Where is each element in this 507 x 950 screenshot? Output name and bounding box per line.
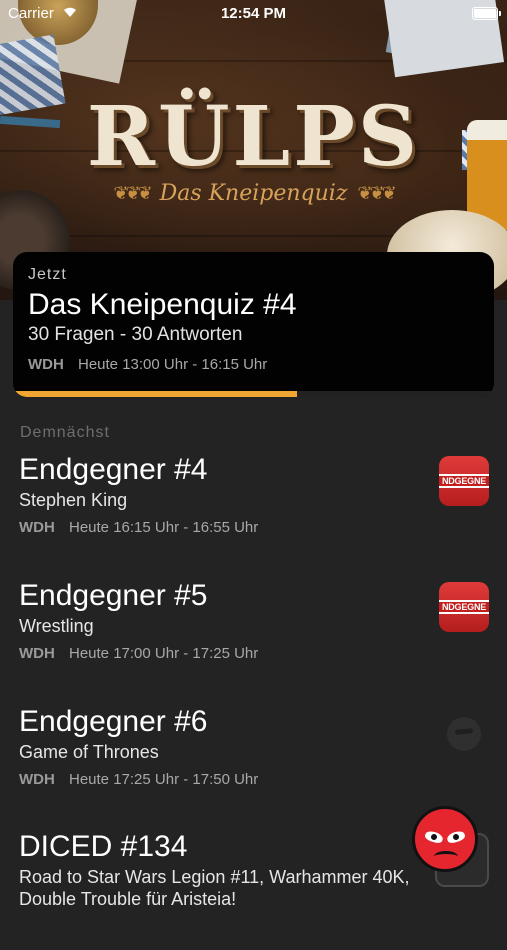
angry-face-button[interactable] xyxy=(412,806,478,872)
now-label: Jetzt xyxy=(28,266,67,283)
item-meta: WDH Heute 16:15 Uhr - 16:55 Uhr xyxy=(19,519,258,536)
item-title: Endgegner #5 xyxy=(19,579,208,612)
item-subtitle: Wrestling xyxy=(19,616,94,636)
progress-fill xyxy=(13,391,297,397)
now-subtitle: 30 Fragen - 30 Antworten xyxy=(28,324,243,345)
now-playing-card[interactable]: Jetzt Das Kneipenquiz #4 30 Fragen - 30 … xyxy=(13,252,494,397)
item-title: DICED #134 xyxy=(19,830,188,863)
list-item[interactable]: Endgegner #4 Stephen King WDH Heute 16:1… xyxy=(0,453,507,573)
wheat-left-icon: ❦❦❦ xyxy=(113,183,152,203)
channel-badge: WDH xyxy=(19,519,55,536)
item-subtitle: Road to Star Wars Legion #11, Warhammer … xyxy=(19,867,410,909)
item-title: Endgegner #4 xyxy=(19,453,208,486)
mouth-icon xyxy=(434,851,458,862)
now-title: Das Kneipenquiz #4 xyxy=(28,288,297,321)
progress-bar xyxy=(13,391,494,397)
channel-badge: WDH xyxy=(28,356,64,373)
now-meta: WDH Heute 13:00 Uhr - 16:15 Uhr xyxy=(28,356,267,373)
endgegner-logo-icon: NDGEGNE xyxy=(439,456,489,506)
airtime: Heute 16:15 Uhr - 16:55 Uhr xyxy=(69,519,259,536)
logo-subtitle: Das Kneipenquiz xyxy=(159,181,348,206)
clock: 12:54 PM xyxy=(220,5,287,22)
list-item[interactable]: Endgegner #5 Wrestling WDH Heute 17:00 U… xyxy=(0,579,507,699)
ghost-face-logo-icon xyxy=(447,717,481,751)
airtime: Heute 13:00 Uhr - 16:15 Uhr xyxy=(78,356,268,373)
airtime: Heute 17:00 Uhr - 17:25 Uhr xyxy=(69,645,259,662)
channel-badge: WDH xyxy=(19,771,55,788)
status-bar: Carrier 12:54 PM xyxy=(0,0,507,28)
channel-badge: WDH xyxy=(19,645,55,662)
battery-icon xyxy=(472,7,501,20)
item-subtitle: Stephen King xyxy=(19,490,128,510)
item-subtitle: Game of Thrones xyxy=(19,742,159,762)
wheat-right-icon: ❦❦❦ xyxy=(357,183,396,203)
item-title: Endgegner #6 xyxy=(19,705,208,738)
eye-icon xyxy=(445,829,467,845)
list-item[interactable]: Endgegner #6 Game of Thrones WDH Heute 1… xyxy=(0,705,507,825)
logo-title: RÜLPS xyxy=(86,89,421,185)
item-meta: WDH Heute 17:25 Uhr - 17:50 Uhr xyxy=(19,771,258,788)
eye-icon xyxy=(423,829,445,845)
item-meta: WDH Heute 17:00 Uhr - 17:25 Uhr xyxy=(19,645,258,662)
airtime: Heute 17:25 Uhr - 17:50 Uhr xyxy=(69,771,259,788)
section-label-upcoming: Demnächst xyxy=(20,424,110,441)
app-logo: RÜLPS ❦❦❦ Das Kneipenquiz ❦❦❦ xyxy=(0,95,507,206)
endgegner-logo-icon: NDGEGNE xyxy=(439,582,489,632)
